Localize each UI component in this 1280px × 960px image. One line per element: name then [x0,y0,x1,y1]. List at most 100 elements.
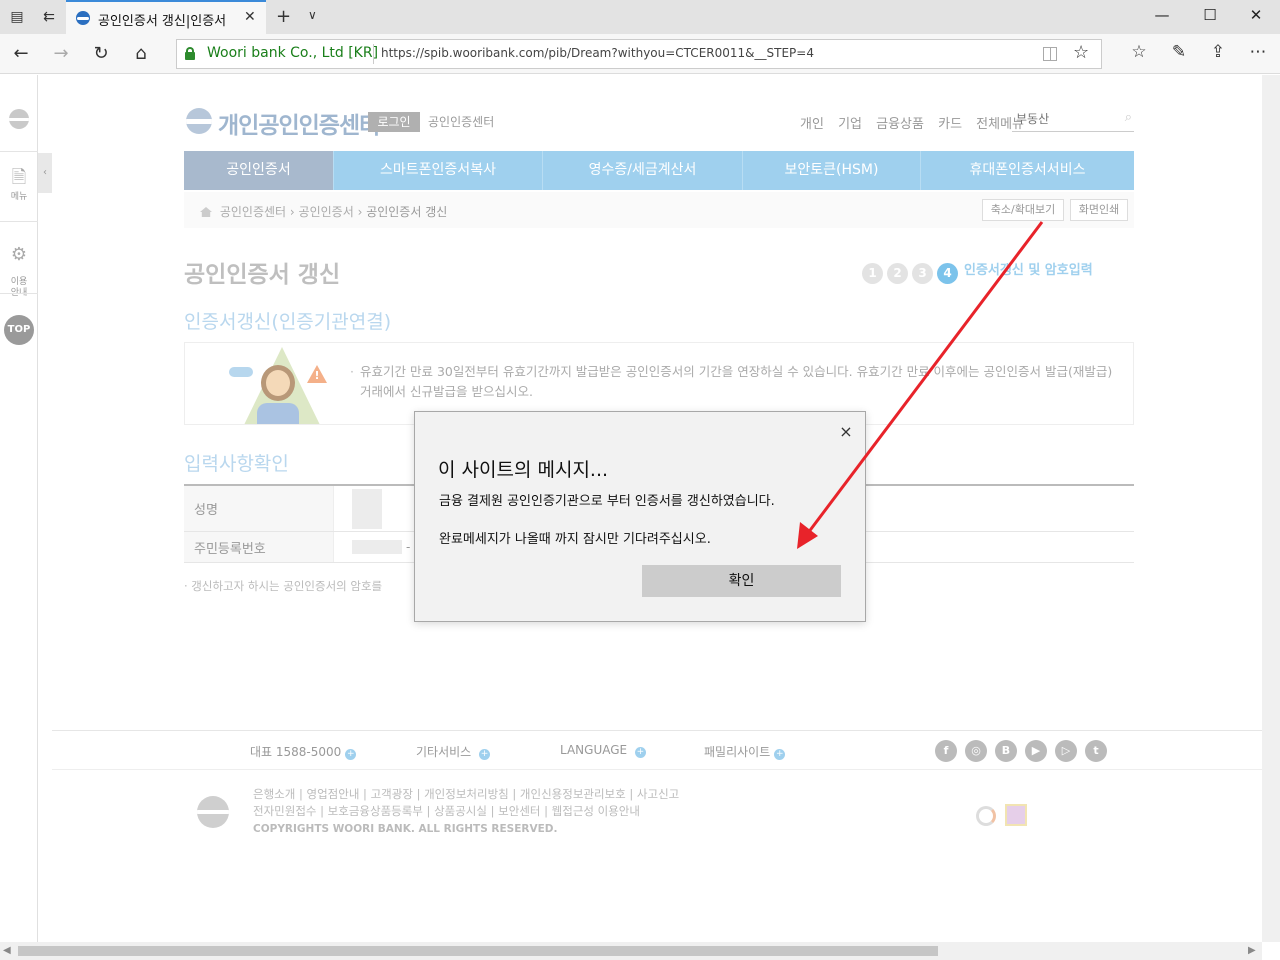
nav-receipt-tax[interactable]: 영수증/세금계산서 [543,151,743,190]
footer-bar: 대표 1588-5000 + 기타서비스 + LANGUAGE + 패밀리사이트 +… [52,730,1262,770]
top-menu-corporate[interactable]: 기업 [838,117,862,132]
forward-icon[interactable]: → [50,43,72,64]
usage-guide-button[interactable]: ⚙ 이용 안내 [0,233,38,299]
tab-close-icon[interactable]: ✕ [244,9,256,25]
horizontal-scrollbar[interactable]: ◀ ▶ [0,942,1262,960]
top-menu-products[interactable]: 금융상품 [876,117,924,132]
login-button[interactable]: 로그인 [368,112,420,132]
refresh-icon[interactable]: ↻ [90,43,112,64]
footer-links: 은행소개 | 영업점안내 | 고객광장 | 개인정보처리방침 | 개인신용정보관… [253,786,679,820]
info-text: 유효기간 만료 30일전부터 유효기간까지 발급받은 공인인증서의 기간을 연장… [350,362,1120,402]
nav-hsm-token[interactable]: 보안토큰(HSM) [743,151,921,190]
new-tab-icon[interactable]: + [276,6,291,27]
site-logo-text[interactable]: 개인공인인증센터 [218,106,380,140]
quick-menu-label: 메뉴 [10,192,28,202]
footer-others-text: 기타서비스 [416,745,472,759]
twitter-icon[interactable]: t [1085,740,1107,762]
browser-address-bar: ← → ↻ ⌂ Woori bank Co., Ltd [KR] https:/… [0,34,1280,74]
left-quick-bar: 🗎 메뉴 ⚙ 이용 안내 TOP [0,75,38,942]
scroll-top-button[interactable]: TOP [4,315,34,345]
center-label[interactable]: 공인인증센터 [428,113,494,130]
step-indicator: 1 2 3 4 인증서갱신 및 암호입력 [862,259,1093,284]
id-dash: - [406,540,411,554]
breadcrumb-current: 공인인증서 갱신 [366,205,448,219]
footer-language[interactable]: LANGUAGE + [560,743,646,758]
id-number-label: 주민등록번호 [184,532,334,562]
warning-icon: ! [307,365,327,383]
top-menu-personal[interactable]: 개인 [800,117,824,132]
dialog-close-icon[interactable]: × [837,422,855,441]
top-menu: 개인 기업 금융상품 카드 전체메뉴 [800,113,1034,132]
zoom-button[interactable]: 축소/확대보기 [982,199,1064,221]
browser-tab-bar: ▤ ⇇ 공인인증서 갱신|인증서 ✕ + ∨ — ☐ ✕ [0,0,1280,34]
back-icon[interactable]: ← [10,43,32,64]
tab-preview-chevron-icon[interactable]: ∨ [308,8,317,22]
plus-icon: + [774,749,786,760]
window-close-icon[interactable]: ✕ [1246,6,1266,24]
instagram-icon[interactable]: ◎ [965,740,987,762]
web-note-icon[interactable]: ✎ [1168,42,1190,62]
footer-links-line2[interactable]: 전자민원접수 | 보호금융상품등록부 | 상품공시실 | 보안센터 | 웹접근성… [253,803,679,820]
scroll-right-icon[interactable]: ▶ [1248,945,1256,956]
favorite-star-icon[interactable]: ☆ [1073,42,1089,63]
print-button[interactable]: 화면인쇄 [1070,199,1128,221]
breadcrumb-trail: 공인인증센터 › 공인인증서 › 공인인증서 갱신 [200,203,447,220]
scroll-thumb[interactable] [18,946,938,956]
tab-actions-icon[interactable]: ▤ [8,8,26,26]
footer-other-services[interactable]: 기타서비스 + [416,743,491,760]
breadcrumb-item[interactable]: 공인인증센터 [220,205,286,219]
url-text[interactable]: https://spib.wooribank.com/pib/Dream?wit… [381,46,814,60]
section-title-renewal: 인증서갱신(인증기관연결) [184,311,392,333]
woori-logo-icon[interactable] [186,108,212,134]
blog-icon[interactable]: B [995,740,1017,762]
woori-footer-logo-icon [197,796,229,828]
footer-phone-text: 대표 1588-5000 [250,745,342,759]
main-nav: 공인인증서 스마트폰인증서복사 영수증/세금계산서 보안토큰(HSM) 휴대폰인… [184,151,1134,190]
footer-links-line1[interactable]: 은행소개 | 영업점안내 | 고객광장 | 개인정보처리방침 | 개인신용정보관… [253,786,679,803]
set-tabs-aside-icon[interactable]: ⇇ [40,8,58,26]
home-icon[interactable] [200,207,212,217]
browser-tab[interactable]: 공인인증서 갱신|인증서 ✕ [66,0,266,34]
page-title: 공인인증서 갱신 [184,262,341,288]
name-value [352,486,382,531]
quickbar-expand-handle[interactable]: ‹ [38,153,52,193]
divider [0,151,38,152]
maximize-icon[interactable]: ☐ [1200,6,1220,24]
password-note: · 갱신하고자 하시는 공인인증서의 암호를 [184,579,383,593]
ok-button[interactable]: 확인 [642,565,841,597]
top-search: ⌕ [1012,108,1134,132]
home-icon[interactable]: ⌂ [130,43,152,64]
search-icon[interactable]: ⌕ [1125,110,1132,125]
nav-certificate[interactable]: 공인인증서 [184,151,334,190]
top-menu-card[interactable]: 카드 [938,117,962,132]
url-input[interactable]: Woori bank Co., Ltd [KR] https://spib.wo… [176,39,1102,69]
breadcrumb-item[interactable]: 공인인증서 [299,205,354,219]
woori-favicon-icon [76,11,90,25]
youtube-icon[interactable]: ▶ [1025,740,1047,762]
tab-title: 공인인증서 갱신|인증서 [98,14,227,29]
footer-phone[interactable]: 대표 1588-5000 + [250,743,357,760]
footer-family-sites[interactable]: 패밀리사이트 + [704,743,786,760]
url-separator [373,44,374,64]
play-icon[interactable]: ▷ [1055,740,1077,762]
minimize-icon[interactable]: — [1152,6,1172,24]
breadcrumb: 공인인증센터 › 공인인증서 › 공인인증서 갱신 축소/확대보기 화면인쇄 [184,192,1134,228]
alert-dialog: × 이 사이트의 메시지... 금융 결제원 공인인증기관으로 부터 인증서를 … [414,411,866,622]
nav-mobile-cert[interactable]: 휴대폰인증서서비스 [921,151,1134,190]
quick-menu-button[interactable]: 🗎 메뉴 [0,167,38,202]
reading-view-icon[interactable] [1043,47,1057,61]
dialog-title: 이 사이트의 메시지... [438,459,609,481]
breadcrumb-separator: › [357,205,367,219]
woori-logo-icon[interactable] [9,109,29,129]
nav-smartphone-copy[interactable]: 스마트폰인증서복사 [334,151,543,190]
favorites-list-icon[interactable]: ☆ [1128,42,1150,62]
search-input[interactable] [1012,112,1112,126]
divider [0,221,38,222]
section-title-confirm: 입력사항확인 [184,453,289,475]
scroll-left-icon[interactable]: ◀ [3,945,11,956]
more-menu-icon[interactable]: ⋯ [1247,42,1269,62]
vertical-scrollbar[interactable] [1262,75,1280,942]
facebook-icon[interactable]: f [935,740,957,762]
share-icon[interactable]: ⇪ [1207,42,1229,62]
site-identity[interactable]: Woori bank Co., Ltd [KR] [207,45,378,61]
